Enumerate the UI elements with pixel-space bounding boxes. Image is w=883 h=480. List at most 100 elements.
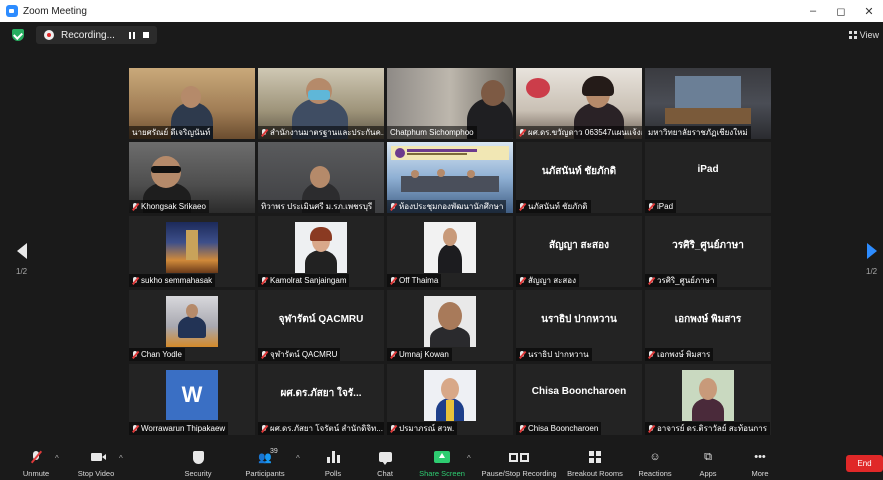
unmute-button[interactable]: Unmute <box>18 446 54 480</box>
stop-video-label: Stop Video <box>77 469 115 478</box>
security-button[interactable]: Security <box>180 446 216 480</box>
participant-tile[interactable]: ทิวาพร ประเมินศรี ม.รภ.เพชรบุรี <box>258 142 384 213</box>
maximize-button[interactable]: ◻ <box>827 0 855 22</box>
participant-tile[interactable]: นายศรัณย์ ดีเจริญนันท์ <box>129 68 255 139</box>
participant-display-name: นราธิป ปากหวาน <box>541 314 617 325</box>
close-button[interactable]: ✕ <box>855 0 883 22</box>
participant-display-name: สัญญา สะสอง <box>548 240 609 251</box>
share-screen-button[interactable]: Share Screen <box>418 446 466 480</box>
participant-name: sukho semmahasak <box>141 276 213 285</box>
view-button[interactable]: View <box>848 30 879 40</box>
muted-mic-icon <box>519 424 525 433</box>
pause-stop-recording-label: Pause/Stop Recording <box>481 469 557 478</box>
reactions-button[interactable]: ☺ Reactions <box>636 446 674 480</box>
breakout-rooms-label: Breakout Rooms <box>567 469 623 478</box>
participant-display-name: Chisa Booncharoen <box>531 386 627 397</box>
profile-picture <box>424 370 476 421</box>
window-controls: – ◻ ✕ <box>799 0 883 22</box>
participant-name: Worrawarun Thipakaew <box>141 424 226 433</box>
participants-options-caret-icon[interactable]: ^ <box>296 454 300 463</box>
participant-tile[interactable]: iPad iPad <box>645 142 771 213</box>
participant-name: Chatphum Sichomphoo <box>390 128 474 137</box>
breakout-rooms-button[interactable]: Breakout Rooms <box>566 446 624 480</box>
apps-button[interactable]: ⧉ Apps <box>696 446 720 480</box>
cloud-record-icon <box>44 30 54 40</box>
participant-tile[interactable]: Kamolrat Sanjaingam <box>258 216 384 287</box>
minimize-button[interactable]: – <box>799 0 827 22</box>
participant-tile[interactable]: จุฬารัตน์ QACMRU จุฬารัตน์ QACMRU <box>258 290 384 361</box>
participant-tile[interactable]: Chatphum Sichomphoo <box>387 68 513 139</box>
chat-button[interactable]: Chat <box>372 446 398 480</box>
participant-tile[interactable]: W Worrawarun Thipakaew <box>129 364 255 435</box>
muted-mic-icon <box>390 424 396 433</box>
participant-display-name: จุฬารัตน์ QACMRU <box>278 314 364 325</box>
recording-label: Recording... <box>61 29 115 41</box>
participant-tile[interactable]: สำนักงานมาตรฐานและประกันค... <box>258 68 384 139</box>
participant-tile[interactable]: Umnaj Kowan <box>387 290 513 361</box>
apps-label: Apps <box>699 469 717 478</box>
muted-mic-icon <box>261 128 267 137</box>
security-shield-icon <box>192 450 204 464</box>
participant-display-name: เอกพงษ์ พิมสาร <box>674 314 742 325</box>
participant-tile[interactable]: sukho semmahasak <box>129 216 255 287</box>
word-app-icon: W <box>166 370 218 420</box>
participant-name: สัญญา สะสอง <box>528 276 577 285</box>
arrow-right-icon <box>866 243 877 259</box>
stop-video-button[interactable]: Stop Video <box>74 446 118 480</box>
profile-picture <box>424 296 476 347</box>
participant-tile[interactable]: ผศ.ดร.ขวัญดาว 063547แผนแจ้งอ <box>516 68 642 139</box>
muted-mic-icon <box>261 350 267 359</box>
pause-stop-recording-icon <box>509 452 529 462</box>
muted-mic-icon <box>648 424 654 433</box>
muted-mic-icon <box>261 276 267 285</box>
chat-label: Chat <box>377 469 393 478</box>
pause-recording-icon[interactable] <box>128 31 135 39</box>
gallery-view: นายศรัณย์ ดีเจริญนันท์ สำนักงานมาตรฐานแล… <box>129 68 771 438</box>
participant-tile[interactable]: อาจารย์ ดร.ติราวัลย์ สะท้อนการ <box>645 364 771 435</box>
participant-tile[interactable]: Chan Yodle <box>129 290 255 361</box>
participant-tile[interactable]: นราธิป ปากหวาน นราธิป ปากหวาน <box>516 290 642 361</box>
participant-name: ปรมาภรณ์ สวพ. <box>399 424 455 433</box>
participant-name: นราธิป ปากหวาน <box>528 350 589 359</box>
encryption-shield-icon[interactable] <box>12 29 24 41</box>
participant-tile[interactable]: มหาวิทยาลัยราชภัฏเชียงใหม่ <box>645 68 771 139</box>
participant-tile-active-speaker[interactable]: ห้องประชุมกองพัฒนานักศึกษา <box>387 142 513 213</box>
muted-mic-icon <box>390 350 396 359</box>
participant-tile[interactable]: ผศ.ดร.ภัสยา ใจรั... ผศ.ดร.ภัสยา โจรัตน์ … <box>258 364 384 435</box>
participant-name: Off Thaima <box>399 276 439 285</box>
participant-tile[interactable]: Off Thaima <box>387 216 513 287</box>
next-page-button[interactable]: 1/2 <box>866 243 877 276</box>
participant-name: Khongsak Srikaeo <box>141 202 206 211</box>
zoom-logo-icon <box>6 5 18 17</box>
participant-tile[interactable]: Chisa Booncharoen Chisa Booncharoen <box>516 364 642 435</box>
end-meeting-button[interactable]: End <box>846 455 883 472</box>
previous-page-button[interactable]: 1/2 <box>16 243 27 276</box>
participants-button[interactable]: 👥 39 Participants <box>242 446 288 480</box>
profile-picture <box>424 222 476 273</box>
pause-stop-recording-button[interactable]: Pause/Stop Recording <box>480 446 558 480</box>
video-options-caret-icon[interactable]: ^ <box>119 454 123 463</box>
gallery-grid-icon <box>848 31 857 39</box>
participant-tile[interactable]: วรศิริ_ศูนย์ภาษา วรศิริ_ศูนย์ภาษา <box>645 216 771 287</box>
stop-recording-icon[interactable] <box>142 31 149 38</box>
participant-tile[interactable]: สัญญา สะสอง สัญญา สะสอง <box>516 216 642 287</box>
participant-tile[interactable]: Khongsak Srikaeo <box>129 142 255 213</box>
participants-label: Participants <box>245 469 285 478</box>
more-button[interactable]: ••• More <box>748 446 772 480</box>
muted-mic-icon <box>390 202 396 211</box>
breakout-rooms-icon <box>589 451 601 463</box>
participant-tile[interactable]: นภัสนันท์ ชัยภักดิ นภัสนันท์ ชัยภักดิ <box>516 142 642 213</box>
muted-mic-icon <box>519 350 525 359</box>
participant-tile[interactable]: ปรมาภรณ์ สวพ. <box>387 364 513 435</box>
participant-name: ทิวาพร ประเมินศรี ม.รภ.เพชรบุรี <box>261 202 373 211</box>
view-label: View <box>859 30 879 40</box>
share-options-caret-icon[interactable]: ^ <box>467 454 471 463</box>
participant-display-name: ผศ.ดร.ภัสยา ใจรั... <box>280 388 362 399</box>
participant-tile[interactable]: เอกพงษ์ พิมสาร เอกพงษ์ พิมสาร <box>645 290 771 361</box>
share-screen-label: Share Screen <box>419 469 465 478</box>
unmute-label: Unmute <box>22 469 50 478</box>
polls-button[interactable]: Polls <box>318 446 348 480</box>
participant-name: นายศรัณย์ ดีเจริญนันท์ <box>132 128 211 137</box>
muted-mic-icon <box>519 202 525 211</box>
audio-options-caret-icon[interactable]: ^ <box>55 454 59 463</box>
